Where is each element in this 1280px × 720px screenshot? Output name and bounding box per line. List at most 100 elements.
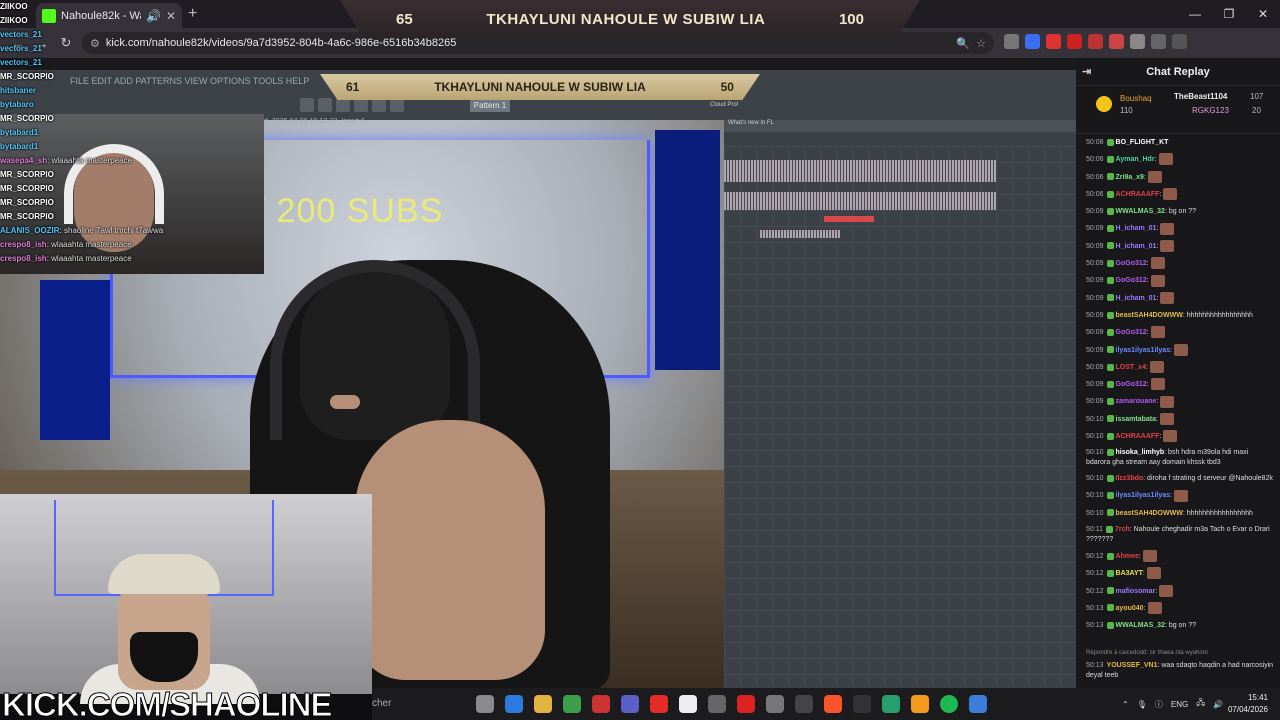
message-username[interactable]: mafiosomar	[1116, 588, 1156, 595]
message-username[interactable]: LOST_x4	[1116, 364, 1146, 371]
goal-left-count: 65	[396, 10, 413, 28]
message-username[interactable]: YOUSSEF_VN1	[1107, 662, 1158, 669]
subscriber-badge-icon	[1106, 173, 1114, 181]
overlay-chat-row: wasepa4_sh: wlaaahta masterpeace	[0, 154, 210, 168]
message-text: :	[1155, 587, 1158, 595]
leader-count-1: 110	[1120, 106, 1133, 115]
message-username[interactable]: 7rch	[1115, 526, 1130, 533]
message-text: :	[1170, 492, 1172, 500]
message-text: : hhhhhhhhhhhhhhhhh	[1182, 509, 1253, 517]
message-text: :	[1143, 173, 1146, 181]
chat-message: 50:06 ACHRAAAFF:	[1086, 186, 1274, 203]
overlay-chat-user: MR_SCORPIO	[0, 170, 54, 179]
goal-title: TKHAYLUNI NAHOULE W SUBIW LIA	[486, 10, 766, 28]
message-time: 50:12	[1086, 570, 1104, 578]
message-username[interactable]: Ilzz3bdo	[1116, 475, 1144, 482]
subscriber-badge-icon	[1106, 207, 1114, 215]
overlay-chat-user: MR_SCORPIO	[0, 184, 54, 193]
message-username[interactable]: H_icham_01	[1116, 243, 1157, 250]
message-username[interactable]: zamarouane	[1116, 398, 1157, 405]
close-window-icon[interactable]: ✕	[1246, 0, 1280, 28]
app-icon	[679, 695, 697, 713]
chat-message-list[interactable]: 50:08 BO_FLIGHT_KT 50:06 Ayman_Hdr: 50:06 Zri…	[1076, 134, 1280, 682]
chat-emote-icon	[1163, 430, 1178, 443]
zoom-icon[interactable]: 🔍	[956, 37, 970, 50]
fl-cloud: Cloud Pro!	[710, 102, 739, 108]
message-username[interactable]: H_icham_01	[1116, 295, 1157, 302]
volume-icon: 🔊	[1213, 699, 1224, 709]
message-username[interactable]: WWALMAS_32	[1116, 208, 1165, 215]
acoustic-panel	[655, 130, 720, 370]
message-text: : Nahoule cheghadir m3a Tach o Evar o Dr…	[1086, 525, 1270, 543]
subscriber-badge-icon	[1106, 525, 1113, 533]
extension-icon[interactable]	[1130, 34, 1145, 49]
fl-tool-icon	[390, 98, 404, 112]
chat-message: 50:13 ayou040:	[1086, 600, 1274, 617]
audio-clip	[760, 230, 840, 238]
fl-grid	[724, 146, 1076, 686]
extension-icon[interactable]	[1046, 34, 1061, 49]
extension-icon[interactable]	[1109, 34, 1124, 49]
chat-emote-icon	[1147, 170, 1162, 183]
message-username[interactable]: H_icham_01	[1116, 225, 1157, 232]
message-username[interactable]: ilyas1ilyas1ilyas	[1116, 492, 1171, 499]
message-username[interactable]: GoGo312	[1116, 329, 1147, 336]
message-username[interactable]: hisoka_limhyb	[1116, 449, 1165, 456]
goal-banner: 65 TKHAYLUNI NAHOULE W SUBIW LIA 100	[340, 0, 920, 38]
leader-user-2[interactable]: TheBeast1104	[1174, 92, 1227, 101]
overlay-chat-row: MR_SCORPIO	[0, 70, 210, 84]
overlay-chat-row: MR_SCORPIO	[0, 112, 210, 126]
message-username[interactable]: ayou040	[1116, 605, 1144, 612]
message-time: 50:09	[1086, 277, 1104, 285]
message-text: :	[1138, 552, 1141, 560]
subscriber-badge-icon	[1106, 492, 1114, 499]
message-username[interactable]: beastSAH4DOWWW	[1116, 510, 1183, 517]
system-tray: ⌃ 🎙 ⓘ ENG 🖧 🔊	[1122, 688, 1223, 720]
bookmark-star-icon[interactable]: ☆	[976, 37, 986, 50]
overlay-chat-row: MR_SCORPIO	[0, 182, 210, 196]
collapse-chat-icon[interactable]: ⇥	[1082, 65, 1091, 78]
message-username[interactable]: ACHRAAAFF	[1116, 191, 1160, 198]
tray-chevron-icon: ⌃	[1122, 699, 1129, 709]
message-username[interactable]: BA3AYT	[1116, 570, 1143, 577]
message-username[interactable]: Zri9a_x9	[1116, 174, 1144, 181]
minimize-icon[interactable]: —	[1178, 0, 1212, 28]
overlay-chat-row: bytabard1	[0, 140, 210, 154]
message-username[interactable]: GoGo312	[1116, 381, 1147, 388]
message-username[interactable]: issamtabata	[1116, 416, 1156, 423]
extensions-puzzle-icon[interactable]	[1151, 34, 1166, 49]
fl-tool-icon	[336, 98, 350, 112]
message-username[interactable]: GoGo312	[1116, 260, 1147, 267]
media-control-icon[interactable]	[1172, 34, 1187, 49]
message-username[interactable]: BO_FLIGHT_KT	[1116, 139, 1169, 146]
message-text: :	[1156, 415, 1158, 423]
message-username[interactable]: GoGo312	[1116, 277, 1147, 284]
inner-goal-title: TKHAYLUNI NAHOULE W SUBIW LIA	[434, 80, 646, 94]
app-icon	[882, 695, 900, 713]
message-username[interactable]: WWALMAS_32	[1116, 622, 1165, 629]
maximize-icon[interactable]: ❐	[1212, 0, 1246, 28]
chat-message: 50:09 GoGo312:	[1086, 272, 1274, 289]
message-username[interactable]: beastSAH4DOWWW	[1116, 312, 1183, 319]
network-icon: 🖧	[1196, 698, 1206, 707]
kick-url-overlay: KICK.COM/SHAOLINE	[2, 686, 333, 720]
extension-icon[interactable]	[1004, 34, 1019, 49]
extension-icon[interactable]	[1025, 34, 1040, 49]
extension-icon[interactable]	[1067, 34, 1082, 49]
message-username[interactable]: Ahmee	[1116, 553, 1139, 560]
message-text: :	[1170, 346, 1172, 354]
fl-studio-icon	[911, 695, 929, 713]
message-username[interactable]: ACHRAAAFF	[1116, 433, 1160, 440]
subscriber-badge-icon	[1106, 190, 1114, 198]
inner-goal-banner: 61 TKHAYLUNI NAHOULE W SUBIW LIA 50	[320, 74, 760, 100]
subscriber-badge-icon	[1106, 415, 1114, 423]
leader-user-1[interactable]: Boushaq	[1120, 94, 1152, 103]
message-text: : bg on ??	[1164, 622, 1197, 630]
taskbar-search: cher	[372, 698, 392, 709]
message-username[interactable]: Ayman_Hdr	[1116, 156, 1155, 163]
message-time: 50:09	[1086, 260, 1104, 268]
message-username[interactable]: ilyas1ilyas1ilyas	[1116, 347, 1171, 354]
leader-user-3[interactable]: RGKG123	[1192, 106, 1229, 115]
message-time: 50:06	[1086, 190, 1104, 198]
extension-icon[interactable]	[1088, 34, 1103, 49]
